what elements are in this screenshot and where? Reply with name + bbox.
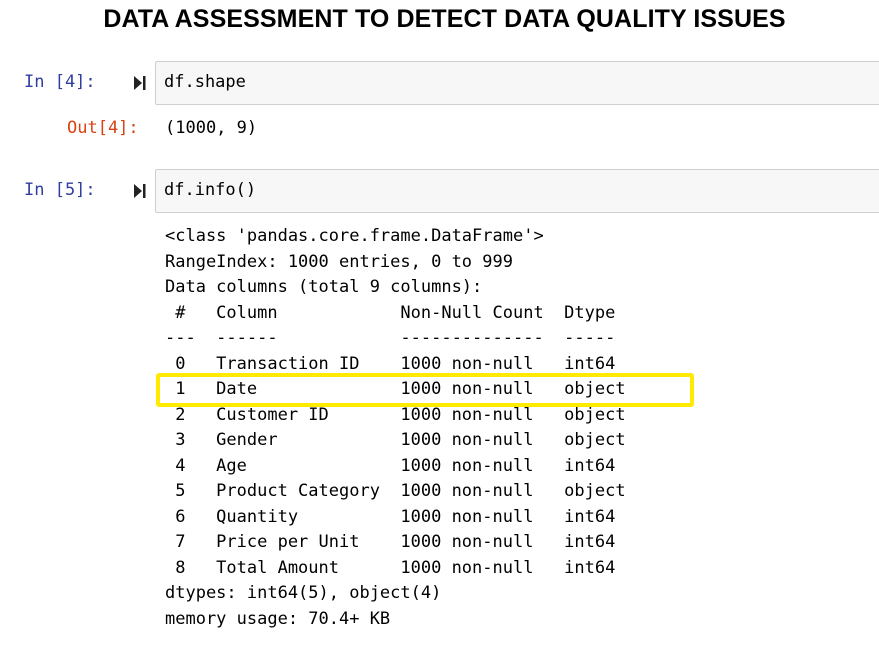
data-columns-line: Data columns (total 9 columns):	[165, 277, 483, 297]
code-cell-input-4[interactable]: df.shape	[155, 61, 879, 105]
table-row: 5 Product Category 1000 non-null object	[165, 481, 626, 501]
dtypes-line: dtypes: int64(5), object(4)	[165, 583, 442, 603]
table-row: 3 Gender 1000 non-null object	[165, 430, 626, 450]
code-text: df.shape	[164, 72, 246, 92]
table-separator: --- ------ -------------- -----	[165, 328, 626, 348]
table-row: 4 Age 1000 non-null int64	[165, 455, 626, 476]
date-row-highlight-box	[156, 373, 694, 407]
out-prompt-4: Out[4]:	[67, 118, 139, 138]
table-row: 6 Quantity 1000 non-null int64	[165, 506, 626, 527]
table-header: # Column Non-Null Count Dtype	[165, 302, 626, 323]
cell-output-4: (1000, 9)	[165, 118, 258, 138]
range-index-line: RangeIndex: 1000 entries, 0 to 999	[165, 251, 513, 272]
page-heading: DATA ASSESSMENT TO DETECT DATA QUALITY I…	[103, 5, 786, 33]
run-cell-icon[interactable]	[133, 182, 147, 200]
in-prompt-4: In [4]:	[24, 72, 96, 92]
in-prompt-5: In [5]:	[24, 180, 96, 200]
table-row: 8 Total Amount 1000 non-null int64	[165, 557, 626, 578]
code-text: df.info()	[164, 180, 257, 200]
memory-usage-line: memory usage: 70.4+ KB	[165, 608, 391, 629]
code-cell-input-5[interactable]: df.info()	[155, 169, 879, 213]
run-cell-icon[interactable]	[133, 74, 147, 92]
table-row: 7 Price per Unit 1000 non-null int64	[165, 532, 626, 552]
info-output: <class 'pandas.core.frame.DataFrame'> Ra…	[165, 224, 626, 632]
class-line: <class 'pandas.core.frame.DataFrame'>	[165, 226, 544, 246]
